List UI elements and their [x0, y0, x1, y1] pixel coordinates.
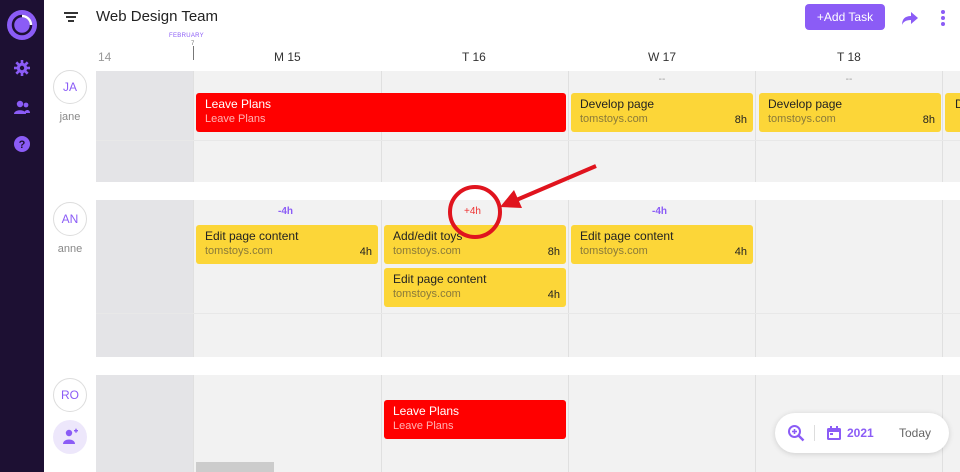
- task-name: Leave Plans: [205, 97, 272, 111]
- users-icon[interactable]: [13, 98, 31, 116]
- task-card[interactable]: Develop page tomstoys.com 8h: [571, 93, 753, 132]
- task-card[interactable]: Develop page tomstoys.com 8h: [759, 93, 941, 132]
- task-project: tomstoys.com: [393, 245, 461, 257]
- gear-icon[interactable]: [13, 59, 31, 77]
- task-card[interactable]: D: [945, 93, 960, 132]
- row-divider: [96, 313, 960, 314]
- horizontal-scrollbar[interactable]: [196, 462, 274, 472]
- task-name: Develop page: [580, 97, 655, 111]
- day-header: M 15: [274, 50, 301, 64]
- app-root: ? Web Design Team +Add Task FEBRUARY 7 1…: [0, 0, 960, 472]
- task-project: tomstoys.com: [768, 113, 836, 125]
- day-header: W 17: [648, 50, 677, 64]
- task-project: tomstoys.com: [580, 245, 648, 257]
- page-title: Web Design Team: [96, 8, 219, 25]
- task-hours: 4h: [734, 246, 747, 258]
- divider: [814, 425, 815, 441]
- today-button[interactable]: Today: [899, 426, 931, 440]
- task-hours: 8h: [922, 114, 935, 126]
- task-project: tomstoys.com: [580, 113, 648, 125]
- task-name: Edit page content: [580, 229, 674, 243]
- add-user-button[interactable]: [53, 420, 87, 454]
- capacity-indicator: --: [658, 74, 666, 85]
- month-label: FEBRUARY: [169, 33, 204, 39]
- task-project: Leave Plans: [393, 420, 454, 432]
- task-name: Edit page content: [393, 272, 487, 286]
- user-name: jane: [59, 111, 81, 123]
- capacity-indicator: +4h: [464, 206, 481, 217]
- month-marker-line: [193, 46, 194, 60]
- avatar[interactable]: JA: [53, 70, 87, 104]
- task-name: Edit page content: [205, 229, 299, 243]
- year-selector[interactable]: 2021: [847, 426, 874, 440]
- column-divider: [193, 71, 194, 472]
- task-name: Develop page: [768, 97, 843, 111]
- task-name: Leave Plans: [393, 404, 460, 418]
- task-card[interactable]: Edit page content tomstoys.com 4h: [384, 268, 566, 307]
- day-header: T 16: [462, 50, 486, 64]
- column-divider: [568, 71, 569, 472]
- help-icon[interactable]: ?: [13, 135, 31, 153]
- svg-text:?: ?: [19, 139, 26, 151]
- calendar-icon[interactable]: [826, 425, 842, 441]
- left-nav-bar: ?: [0, 0, 44, 472]
- capacity-indicator: -4h: [278, 206, 293, 217]
- avatar[interactable]: AN: [53, 202, 87, 236]
- task-project: tomstoys.com: [393, 288, 461, 300]
- view-controls: 2021 Today: [775, 413, 949, 453]
- task-card[interactable]: Add/edit toys tomstoys.com 8h: [384, 225, 566, 264]
- user-name: anne: [57, 243, 83, 255]
- task-project: Leave Plans: [205, 113, 266, 125]
- day-header: T 18: [837, 50, 861, 64]
- capacity-indicator: -4h: [652, 206, 667, 217]
- top-bar: Web Design Team +Add Task: [44, 0, 960, 36]
- more-vertical-icon[interactable]: [940, 9, 946, 27]
- avatar[interactable]: RO: [53, 378, 87, 412]
- column-divider: [942, 71, 943, 472]
- sort-menu-icon[interactable]: [64, 10, 78, 24]
- task-card[interactable]: Edit page content tomstoys.com 4h: [571, 225, 753, 264]
- task-hours: 4h: [359, 246, 372, 258]
- add-user-icon: [63, 428, 78, 444]
- task-name: Add/edit toys: [393, 229, 463, 243]
- task-card[interactable]: Edit page content tomstoys.com 4h: [196, 225, 378, 264]
- row-separator: [96, 182, 960, 200]
- task-hours: 4h: [547, 289, 560, 301]
- task-card[interactable]: Leave Plans Leave Plans: [384, 400, 566, 439]
- share-arrow-icon[interactable]: [901, 9, 919, 27]
- row-divider: [96, 140, 960, 141]
- task-hours: 8h: [734, 114, 747, 126]
- task-project: tomstoys.com: [205, 245, 273, 257]
- day-header: 14: [98, 50, 112, 64]
- past-day-column: [96, 71, 193, 472]
- add-task-button[interactable]: +Add Task: [805, 4, 885, 30]
- clock-logo-icon[interactable]: [7, 10, 37, 40]
- capacity-indicator: --: [845, 74, 853, 85]
- task-hours: 8h: [547, 246, 560, 258]
- row-separator: [96, 357, 960, 375]
- zoom-in-icon[interactable]: [787, 424, 805, 442]
- task-card[interactable]: Leave Plans Leave Plans: [196, 93, 566, 132]
- column-divider: [755, 71, 756, 472]
